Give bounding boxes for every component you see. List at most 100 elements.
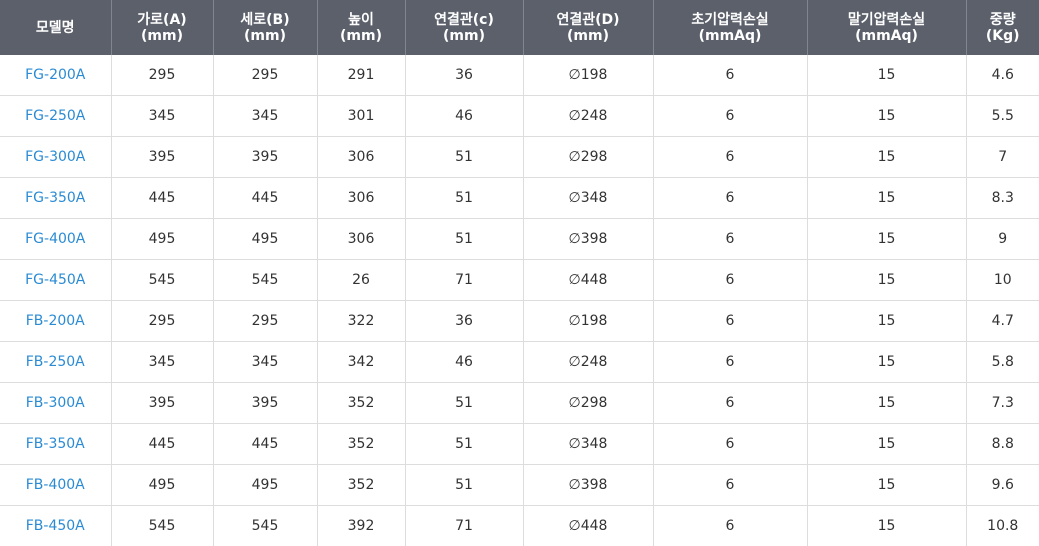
table-cell-depth: 445: [212, 177, 317, 219]
column-header-unit: (mm): [244, 27, 286, 44]
column-header-label: 모델명: [35, 19, 75, 36]
table-cell-depth: 495: [212, 218, 317, 260]
table-row: FG-350A 445 445 306 51 ∅348 6 15 8.3: [0, 177, 1039, 219]
table-cell-height: 352: [316, 464, 405, 506]
table-cell-height: 342: [316, 341, 405, 383]
table-cell-connector-c: 51: [404, 464, 523, 506]
table-row: FB-450A 545 545 392 71 ∅448 6 15 10.8: [0, 505, 1039, 546]
table-cell-height: 392: [316, 505, 405, 546]
table-cell-width: 495: [110, 464, 213, 506]
table-row: FG-250A 345 345 301 46 ∅248 6 15 5.5: [0, 95, 1039, 137]
table-cell-width: 345: [110, 341, 213, 383]
column-header-unit: (Kg): [985, 27, 1020, 44]
table-cell-connector-d: ∅248: [522, 341, 653, 383]
column-header-label: 말기압력손실: [847, 11, 926, 28]
column-header-initial-pressure-loss: 초기압력손실 (mmAq): [652, 0, 807, 55]
table-cell-width: 545: [110, 505, 213, 546]
column-header-label: 연결관(D): [556, 11, 620, 28]
column-header-unit: (mm): [340, 27, 382, 44]
column-header-width: 가로(A) (mm): [110, 0, 213, 55]
table-cell-connector-c: 46: [404, 341, 523, 383]
model-name-cell: FB-350A: [0, 423, 111, 465]
table-cell-initial-pressure-loss: 6: [652, 300, 807, 342]
table-cell-initial-pressure-loss: 6: [652, 382, 807, 424]
table-cell-width: 345: [110, 95, 213, 137]
table-cell-initial-pressure-loss: 6: [652, 55, 807, 96]
table-cell-weight: 10.8: [965, 505, 1039, 546]
model-name-cell: FG-400A: [0, 218, 111, 260]
table-cell-depth: 495: [212, 464, 317, 506]
table-cell-weight: 4.7: [965, 300, 1039, 342]
table-cell-final-pressure-loss: 15: [806, 464, 966, 506]
table-cell-connector-d: ∅398: [522, 464, 653, 506]
table-cell-connector-c: 46: [404, 95, 523, 137]
column-header-weight: 중량 (Kg): [965, 0, 1039, 55]
table-cell-initial-pressure-loss: 6: [652, 136, 807, 178]
table-cell-connector-c: 71: [404, 259, 523, 301]
table-cell-depth: 545: [212, 505, 317, 546]
table-cell-connector-d: ∅348: [522, 423, 653, 465]
table-cell-connector-c: 51: [404, 177, 523, 219]
table-cell-initial-pressure-loss: 6: [652, 177, 807, 219]
table-cell-height: 301: [316, 95, 405, 137]
table-cell-depth: 445: [212, 423, 317, 465]
table-cell-initial-pressure-loss: 6: [652, 341, 807, 383]
table-cell-depth: 395: [212, 136, 317, 178]
table-cell-final-pressure-loss: 15: [806, 505, 966, 546]
model-name-cell: FG-200A: [0, 55, 111, 96]
table-cell-weight: 8.3: [965, 177, 1039, 219]
table-cell-connector-c: 51: [404, 136, 523, 178]
table-cell-connector-d: ∅448: [522, 259, 653, 301]
table-cell-final-pressure-loss: 15: [806, 259, 966, 301]
table-cell-final-pressure-loss: 15: [806, 382, 966, 424]
table-row: FB-200A 295 295 322 36 ∅198 6 15 4.7: [0, 300, 1039, 342]
table-cell-connector-d: ∅248: [522, 95, 653, 137]
table-cell-final-pressure-loss: 15: [806, 177, 966, 219]
table-cell-connector-d: ∅298: [522, 136, 653, 178]
table-cell-connector-c: 36: [404, 55, 523, 96]
table-cell-weight: 7: [965, 136, 1039, 178]
table-cell-height: 352: [316, 423, 405, 465]
column-header-unit: (mm): [567, 27, 609, 44]
table-cell-width: 445: [110, 423, 213, 465]
column-header-unit: (mm): [443, 27, 485, 44]
table-cell-width: 395: [110, 136, 213, 178]
table-row: FB-400A 495 495 352 51 ∅398 6 15 9.6: [0, 464, 1039, 506]
column-header-unit: (mmAq): [698, 27, 762, 44]
column-header-model: 모델명: [0, 0, 111, 55]
table-body: FG-200A 295 295 291 36 ∅198 6 15 4.6 FG-250A 345 34…: [0, 55, 1039, 546]
table-cell-final-pressure-loss: 15: [806, 95, 966, 137]
table-cell-height: 306: [316, 218, 405, 260]
table-cell-initial-pressure-loss: 6: [652, 464, 807, 506]
model-name-cell: FG-300A: [0, 136, 111, 178]
table-cell-connector-c: 71: [404, 505, 523, 546]
table-row: FG-400A 495 495 306 51 ∅398 6 15 9: [0, 218, 1039, 260]
table-header: 모델명 가로(A) (mm) 세로(B) (mm) 높이 (mm) 연결관(c) (mm) 연결관…: [0, 0, 1039, 55]
column-header-label: 연결관(c): [434, 11, 494, 28]
model-name-cell: FB-200A: [0, 300, 111, 342]
column-header-label: 세로(B): [240, 11, 290, 28]
table-cell-width: 445: [110, 177, 213, 219]
model-name-cell: FB-400A: [0, 464, 111, 506]
table-cell-weight: 9.6: [965, 464, 1039, 506]
column-header-connector-d: 연결관(D) (mm): [522, 0, 653, 55]
table-cell-width: 395: [110, 382, 213, 424]
column-header-label: 중량: [989, 11, 1016, 28]
column-header-unit: (mm): [141, 27, 183, 44]
column-header-height: 높이 (mm): [316, 0, 405, 55]
table-row: FG-200A 295 295 291 36 ∅198 6 15 4.6: [0, 55, 1039, 96]
table-cell-width: 295: [110, 300, 213, 342]
model-name-cell: FG-450A: [0, 259, 111, 301]
table-row: FB-300A 395 395 352 51 ∅298 6 15 7.3: [0, 382, 1039, 424]
table-cell-connector-d: ∅298: [522, 382, 653, 424]
table-cell-weight: 5.8: [965, 341, 1039, 383]
model-name-cell: FB-450A: [25, 518, 85, 534]
table-row: FB-350A 445 445 352 51 ∅348 6 15 8.8: [0, 423, 1039, 465]
table-cell-height: 306: [316, 177, 405, 219]
table-cell-connector-d: ∅398: [522, 218, 653, 260]
table-cell-initial-pressure-loss: 6: [652, 423, 807, 465]
model-name-cell: FB-250A: [0, 341, 111, 383]
table-cell-final-pressure-loss: 15: [806, 218, 966, 260]
table-cell-weight: 4.6: [965, 55, 1039, 96]
table-cell-weight: 10: [965, 259, 1039, 301]
